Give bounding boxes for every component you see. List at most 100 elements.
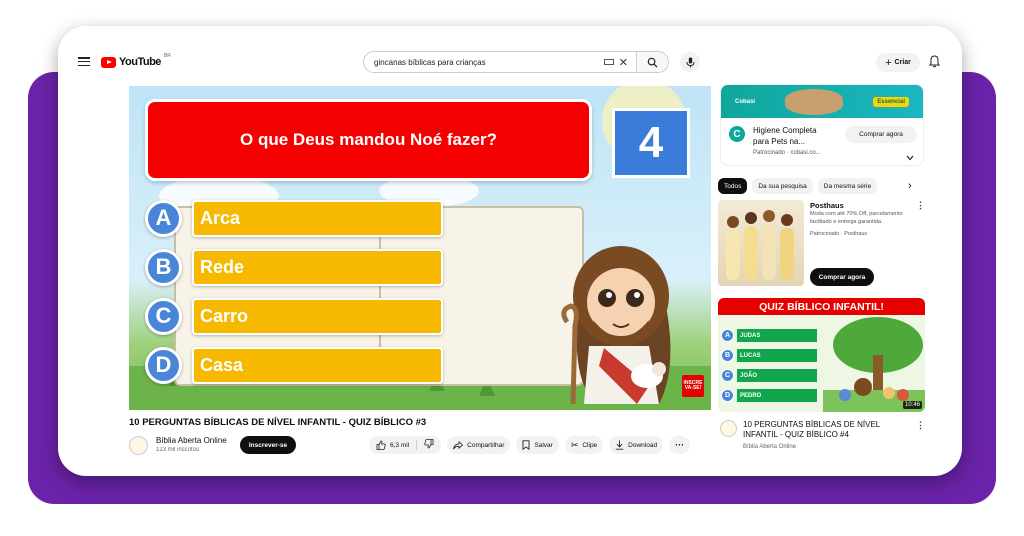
chip-from-search[interactable]: Da sua pesquisa xyxy=(752,178,813,194)
option-text: Arca xyxy=(192,199,443,237)
ad2-sponsor: Patrocinado · Posthaus xyxy=(810,231,868,237)
video-title: 10 PERGUNTAS BÍBLICAS DE NÍVEL INFANTIL … xyxy=(129,417,427,428)
thumb-option-letter: C xyxy=(721,369,734,382)
badge-line: VA-SE! xyxy=(684,385,702,391)
option-letter: B xyxy=(145,248,182,286)
share-label: Compartilhar xyxy=(467,441,505,449)
thumb-option-letter: D xyxy=(721,389,734,402)
thumb-option-text: LUCAS xyxy=(737,349,817,362)
ad-buy-label: Comprar agora xyxy=(859,131,903,138)
search-bar: gincanas bíblicas para crianças ✕ xyxy=(363,51,669,73)
ad-sponsor: Patrocinado · cobasi.co... xyxy=(753,150,821,156)
ad2-title[interactable]: Posthaus xyxy=(810,201,844,210)
clip-button[interactable]: ✂ Clipe xyxy=(564,436,604,454)
keyboard-icon[interactable] xyxy=(603,59,614,65)
ad-banner-brand: Cobasi xyxy=(735,98,756,105)
ad-banner: Cobasi Essencial xyxy=(721,85,923,118)
more-options-icon[interactable]: ⋮ xyxy=(916,420,925,431)
more-actions-button[interactable]: ··· xyxy=(669,436,691,454)
option-letter: C xyxy=(145,297,182,335)
option-text: Casa xyxy=(192,346,443,384)
microphone-icon xyxy=(686,57,694,67)
more-options-icon[interactable]: ⋮ xyxy=(916,200,925,211)
thumb-option-c: C JOÃO xyxy=(721,369,817,382)
countdown-box: 4 xyxy=(612,108,690,178)
channel-avatar[interactable] xyxy=(129,436,148,455)
thumb-option-a: A JUDAS xyxy=(721,329,817,342)
recommended-video-thumbnail[interactable]: QUIZ BÍBLICO INFANTIL! A JUDAS B LUCAS C… xyxy=(718,298,925,412)
channel-subscribers: 123 mil inscritos xyxy=(156,447,200,453)
save-button[interactable]: Salvar xyxy=(516,436,559,454)
like-button[interactable]: 6,3 mil xyxy=(369,440,418,450)
clip-label: Clipe xyxy=(582,441,598,449)
share-button[interactable]: Compartilhar xyxy=(447,436,511,454)
answer-option-c: C Carro xyxy=(145,296,443,336)
dislike-button[interactable] xyxy=(417,436,441,454)
scissors-icon: ✂ xyxy=(570,439,579,450)
subscribe-badge: INSCRE VA-SE! xyxy=(682,375,704,397)
recommended-channel-name: Bíblia Aberta Online xyxy=(743,444,797,450)
ad-body: C Higiene Completa para Pets na... Patro… xyxy=(721,118,923,165)
jesus-cartoon-illustration xyxy=(561,246,671,405)
channel-name[interactable]: Bíblia Aberta Online xyxy=(156,436,227,445)
thumbs-down-icon xyxy=(424,439,434,449)
clear-search-icon[interactable]: ✕ xyxy=(619,56,628,69)
subscribe-button[interactable]: Inscrever-se xyxy=(240,436,296,454)
search-button[interactable] xyxy=(636,52,668,72)
answer-option-d: D Casa xyxy=(145,345,443,385)
advertiser-logo: C xyxy=(729,126,745,142)
voice-search-button[interactable] xyxy=(680,52,700,72)
ad2-description: Moda com até 70% Off, parcelamento facil… xyxy=(810,211,903,225)
thumb-header: QUIZ BÍBLICO INFANTIL! xyxy=(718,298,925,315)
save-label: Salvar xyxy=(534,441,553,449)
video-player[interactable]: O que Deus mandou Noé fazer? 4 A Arca B … xyxy=(129,86,711,410)
ad-title[interactable]: Higiene Completa para Pets na... xyxy=(753,125,825,147)
menu-icon[interactable] xyxy=(78,57,90,66)
thumb-option-text: JOÃO xyxy=(737,369,817,382)
download-button[interactable]: Download xyxy=(609,436,664,454)
create-button[interactable]: + Criar xyxy=(876,53,920,72)
create-label: Criar xyxy=(894,59,911,66)
option-text: Rede xyxy=(192,248,443,286)
ad-banner-tag: Essencial xyxy=(873,96,909,107)
option-text: Carro xyxy=(192,297,443,335)
download-icon xyxy=(615,440,624,450)
sponsored-ad-card[interactable]: Cobasi Essencial C Higiene Completa para… xyxy=(720,84,924,166)
thumb-option-letter: A xyxy=(721,329,734,342)
answer-option-b: B Rede xyxy=(145,247,443,287)
answer-option-a: A Arca xyxy=(145,198,443,238)
like-dislike-group: 6,3 mil xyxy=(369,436,442,454)
filter-chips: Todos Da sua pesquisa Da mesma série xyxy=(718,178,878,194)
thumb-option-d: D PEDRO xyxy=(721,389,817,402)
youtube-play-icon xyxy=(101,56,116,68)
country-code: BR xyxy=(163,53,171,59)
plus-icon: + xyxy=(885,56,892,69)
more-icon: ··· xyxy=(675,440,685,450)
logo-text: YouTube xyxy=(119,56,161,68)
chevron-right-icon[interactable]: › xyxy=(908,180,912,192)
ad2-buy-button[interactable]: Comprar agora xyxy=(810,268,874,286)
thumb-tree-illustration xyxy=(823,317,925,412)
chip-all[interactable]: Todos xyxy=(718,178,748,194)
thumb-option-text: PEDRO xyxy=(737,389,817,402)
thumb-option-letter: B xyxy=(721,349,734,362)
thumbs-up-icon xyxy=(376,440,386,450)
thumb-option-b: B LUCAS xyxy=(721,349,817,362)
video-actions: 6,3 mil Compartilhar Salvar ✂ Clipe Down… xyxy=(369,436,691,454)
question-banner: O que Deus mandou Noé fazer? xyxy=(145,99,592,181)
video-duration: 10:46 xyxy=(902,401,922,409)
search-input[interactable]: gincanas bíblicas para crianças xyxy=(364,58,604,67)
posthaus-ad-image[interactable] xyxy=(718,200,804,286)
recommended-video-title[interactable]: 10 PERGUNTAS BÍBLICAS DE NÍVEL INFANTIL … xyxy=(743,420,915,440)
chip-same-series[interactable]: Da mesma série xyxy=(817,178,878,194)
notifications-bell-icon[interactable] xyxy=(928,55,941,73)
youtube-logo[interactable]: YouTube BR xyxy=(101,53,171,68)
share-icon xyxy=(453,440,464,449)
chevron-down-icon[interactable] xyxy=(906,148,914,165)
bookmark-icon xyxy=(522,440,530,450)
ad-buy-button[interactable]: Comprar agora xyxy=(845,126,917,143)
search-icon xyxy=(647,57,658,68)
recommended-channel-avatar[interactable] xyxy=(720,420,737,437)
ad-banner-pets-image xyxy=(785,88,844,115)
like-count: 6,3 mil xyxy=(390,441,410,449)
